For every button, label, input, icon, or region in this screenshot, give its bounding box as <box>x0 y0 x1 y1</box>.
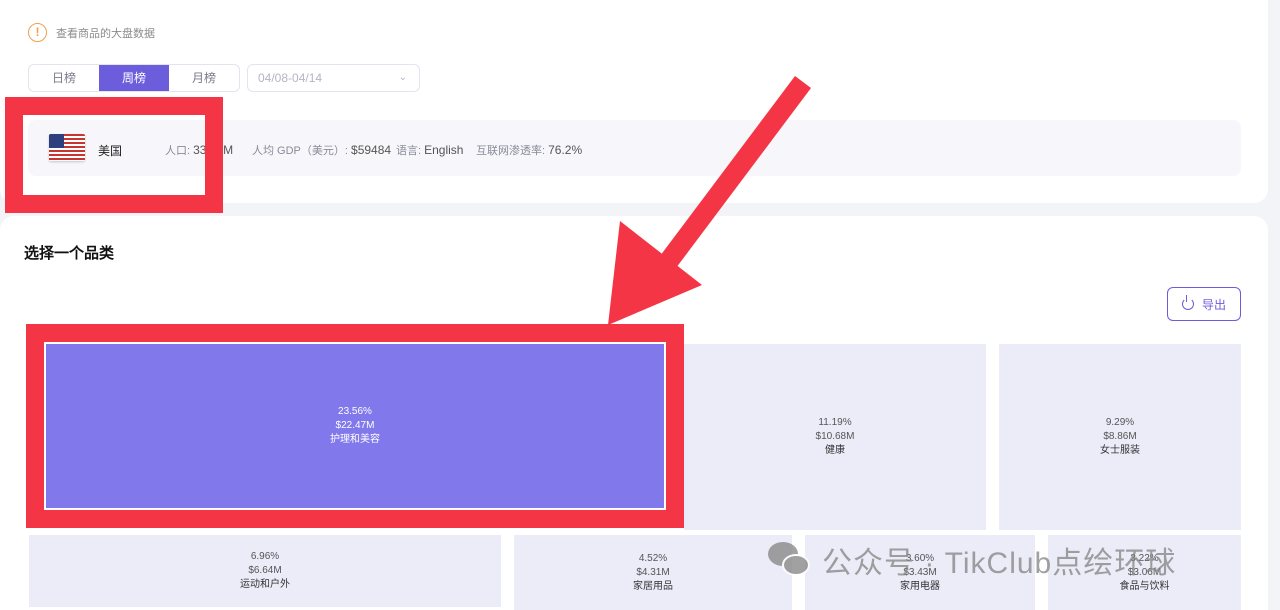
watermark: 公众号 · TikClub点绘环球 <box>768 538 1176 582</box>
watermark-text: 公众号 · TikClub点绘环球 <box>822 547 1177 580</box>
annotation-arrow-icon <box>608 76 811 325</box>
wechat-icon <box>768 540 812 580</box>
